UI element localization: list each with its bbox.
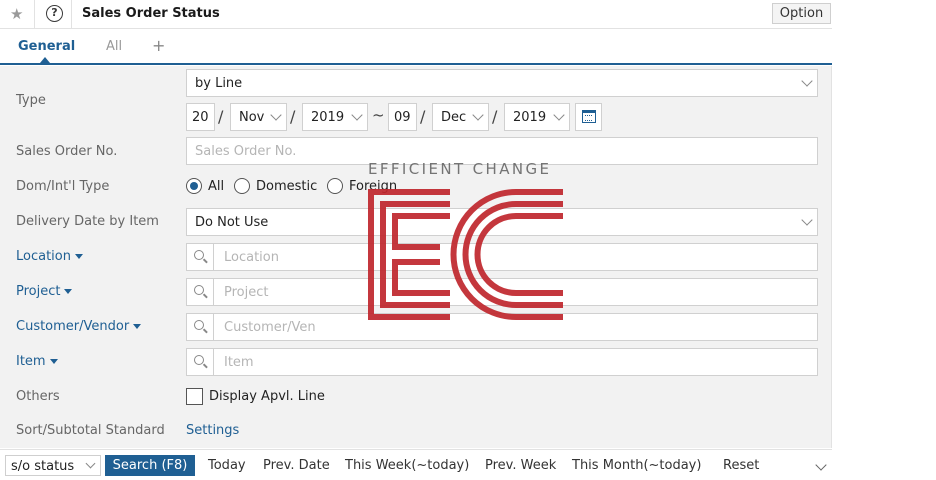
- to-day-field[interactable]: 09: [388, 103, 417, 131]
- search-icon: [194, 250, 204, 260]
- chevron-down-icon: [553, 109, 565, 121]
- radio-domestic[interactable]: [234, 178, 250, 194]
- divider: [71, 0, 72, 29]
- item-label-text: Item: [16, 354, 46, 369]
- radio-all[interactable]: [186, 178, 202, 194]
- from-year-select[interactable]: 2019: [302, 103, 368, 131]
- type-select-value: by Line: [195, 76, 243, 91]
- type-label: Type: [16, 93, 46, 108]
- chevron-down-icon: [472, 109, 484, 121]
- dom-intl-type-label: Dom/Int'l Type: [16, 179, 110, 194]
- caret-down-icon: [74, 254, 83, 259]
- chevron-down-icon: [270, 109, 282, 121]
- radio-all-label[interactable]: All: [208, 179, 224, 194]
- sort-subtotal-label: Sort/Subtotal Standard: [16, 423, 165, 438]
- active-tab-indicator: [40, 57, 50, 63]
- chevron-down-icon: [85, 458, 96, 469]
- radio-foreign[interactable]: [327, 178, 343, 194]
- others-label: Others: [16, 389, 60, 404]
- date-separator: /: [420, 107, 426, 126]
- caret-down-icon: [133, 324, 142, 329]
- sales-order-no-placeholder: Sales Order No.: [195, 144, 297, 159]
- header-bar: ★ ? Sales Order Status Option: [0, 0, 832, 29]
- page-title: Sales Order Status: [82, 6, 220, 21]
- search-button[interactable]: Search (F8): [105, 455, 195, 476]
- from-day-value: 20: [192, 110, 209, 125]
- divider: [34, 0, 35, 29]
- item-search-button[interactable]: [187, 349, 214, 375]
- from-day-field[interactable]: 20: [186, 103, 215, 131]
- ec-logo-icon: [368, 189, 563, 320]
- date-separator: /: [492, 107, 498, 126]
- location-placeholder: Location: [224, 250, 279, 265]
- sales-order-no-label: Sales Order No.: [16, 144, 118, 159]
- chevron-down-icon: [801, 214, 813, 226]
- date-separator: /: [290, 107, 296, 126]
- status-select[interactable]: s/o status: [5, 455, 101, 476]
- customer-vendor-label[interactable]: Customer/Vendor: [16, 319, 142, 334]
- caret-down-icon: [49, 359, 58, 364]
- customer-vendor-label-text: Customer/Vendor: [16, 319, 130, 334]
- option-button[interactable]: Option: [772, 3, 831, 24]
- from-year-value: 2019: [311, 110, 345, 125]
- star-icon[interactable]: ★: [10, 5, 23, 23]
- this-week-link[interactable]: This Week(~today): [345, 458, 469, 473]
- calendar-icon: [582, 110, 596, 123]
- search-icon: [194, 355, 204, 365]
- project-placeholder: Project: [224, 285, 269, 300]
- display-apvl-line-checkbox[interactable]: [186, 388, 203, 405]
- to-day-value: 09: [394, 110, 411, 125]
- reset-link[interactable]: Reset: [723, 458, 759, 473]
- this-month-link[interactable]: This Month(~today): [572, 458, 701, 473]
- radio-domestic-label[interactable]: Domestic: [256, 179, 317, 194]
- chevron-down-icon[interactable]: [815, 459, 827, 471]
- customer-vendor-placeholder: Customer/Ven: [224, 320, 316, 335]
- to-month-select[interactable]: Dec: [432, 103, 489, 131]
- location-label[interactable]: Location: [16, 249, 83, 264]
- project-search-button[interactable]: [187, 279, 214, 305]
- footer-toolbar: s/o status Search (F8) Today Prev. Date …: [0, 449, 832, 480]
- help-icon[interactable]: ?: [46, 5, 63, 22]
- from-month-value: Nov: [239, 110, 265, 125]
- tab-all[interactable]: All: [106, 39, 122, 54]
- chevron-down-icon: [351, 109, 363, 121]
- settings-link[interactable]: Settings: [186, 423, 239, 438]
- to-year-value: 2019: [513, 110, 547, 125]
- display-apvl-line-label[interactable]: Display Apvl. Line: [209, 389, 325, 404]
- to-year-select[interactable]: 2019: [504, 103, 570, 131]
- today-link[interactable]: Today: [208, 458, 246, 473]
- delivery-date-value: Do Not Use: [195, 215, 269, 230]
- customer-vendor-search-button[interactable]: [187, 314, 214, 340]
- item-label[interactable]: Item: [16, 354, 58, 369]
- item-input[interactable]: Item: [186, 348, 818, 376]
- search-icon: [194, 320, 204, 330]
- to-month-value: Dec: [441, 110, 467, 125]
- search-icon: [194, 285, 204, 295]
- date-separator: /: [218, 107, 224, 126]
- prev-date-link[interactable]: Prev. Date: [263, 458, 330, 473]
- tab-bar: General All +: [0, 30, 832, 65]
- delivery-date-label: Delivery Date by Item: [16, 214, 159, 229]
- location-label-text: Location: [16, 249, 71, 264]
- ec-watermark-logo: EFFICIENT CHANGE: [368, 160, 568, 320]
- prev-week-link[interactable]: Prev. Week: [485, 458, 556, 473]
- calendar-button[interactable]: [575, 103, 602, 131]
- type-select[interactable]: by Line: [186, 69, 818, 97]
- add-tab-button[interactable]: +: [152, 36, 165, 55]
- item-placeholder: Item: [224, 355, 254, 370]
- chevron-down-icon: [801, 75, 813, 87]
- caret-down-icon: [64, 289, 73, 294]
- from-month-select[interactable]: Nov: [230, 103, 287, 131]
- location-search-button[interactable]: [187, 244, 214, 270]
- project-label[interactable]: Project: [16, 284, 73, 299]
- project-label-text: Project: [16, 284, 61, 299]
- tab-general[interactable]: General: [18, 39, 75, 54]
- status-select-value: s/o status: [11, 459, 75, 474]
- range-separator: ~: [372, 106, 385, 124]
